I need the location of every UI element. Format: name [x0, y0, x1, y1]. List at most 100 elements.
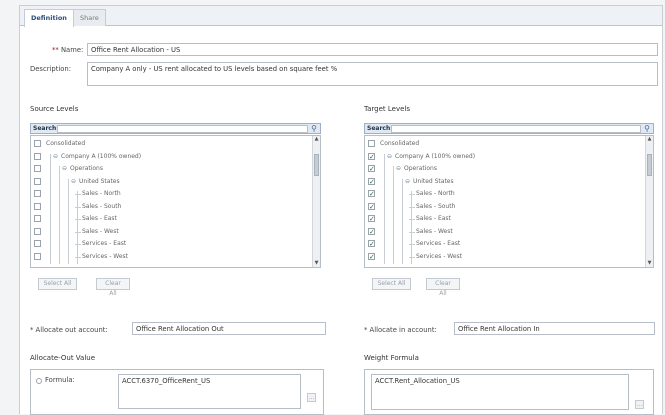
source-tree: Consolidated ⊖ Company A (100% owned) ⊖ Oper… [30, 135, 321, 268]
tree-checkbox[interactable] [34, 227, 41, 235]
tree-connector [75, 244, 81, 245]
tree-checkbox[interactable]: ✓ [368, 240, 375, 248]
description-input[interactable]: Company A only - US rent allocated to US… [87, 62, 658, 86]
tree-connector [409, 231, 415, 233]
tree-checkbox[interactable]: ✓ [368, 215, 375, 223]
allocate-out-label: * Allocate out account: [30, 326, 108, 334]
tree-row[interactable]: Sales - East [31, 214, 301, 224]
tree-checkbox[interactable] [34, 140, 41, 147]
allocate-in-input[interactable]: Office Rent Allocation In [454, 322, 655, 335]
tree-row[interactable]: Services - East [31, 239, 301, 249]
tree-connector [75, 206, 81, 208]
tree-connector [75, 231, 81, 233]
tab-definition[interactable]: Definition [24, 9, 74, 27]
tree-connector [75, 256, 81, 258]
tree-row[interactable]: ✓ ⊖ United States [365, 177, 635, 187]
tree-row[interactable]: Consolidated [31, 139, 301, 149]
scroll-down-icon[interactable]: ▼ [313, 260, 320, 267]
tree-checkbox[interactable] [34, 202, 41, 210]
tree-checkbox[interactable]: ✓ [368, 152, 375, 160]
scroll-thumb[interactable] [314, 154, 319, 176]
allocation-panel: Definition Share ** Name: Office Rent Al… [19, 5, 663, 415]
tree-row[interactable]: ⊖ Operations [31, 164, 301, 174]
target-search-label: Search: [367, 125, 393, 132]
allocate-out-input[interactable]: Office Rent Allocation Out [132, 322, 326, 335]
source-select-all-button[interactable]: Select All [38, 278, 77, 290]
tree-item-label: Sales - North [416, 190, 455, 197]
tree-item-label: Services - East [416, 240, 461, 247]
source-clear-all-button[interactable]: Clear All [96, 278, 130, 297]
collapse-icon[interactable]: ⊖ [405, 177, 410, 187]
tab-bar: Definition Share [20, 6, 662, 27]
source-search-input[interactable] [57, 125, 308, 133]
tree-checkbox[interactable]: ✓ [368, 177, 375, 185]
tree-item-label: Sales - East [82, 215, 117, 222]
search-icon[interactable]: ⚲ [309, 124, 319, 133]
tree-connector [409, 244, 415, 245]
tree-guide-line [59, 166, 60, 264]
tree-row[interactable]: Consolidated [365, 139, 635, 149]
source-search-bar: Search: ⚲ [30, 123, 321, 134]
tree-row[interactable]: Sales - North [31, 189, 301, 199]
target-search-input[interactable] [391, 125, 641, 133]
allocate-out-value-title: Allocate-Out Value [30, 354, 96, 362]
tree-checkbox[interactable] [368, 140, 375, 147]
formula-expand-icon[interactable]: … [307, 393, 316, 402]
target-select-all-button[interactable]: Select All [372, 278, 411, 290]
scroll-down-icon[interactable]: ▼ [646, 260, 653, 267]
tree-row[interactable]: ✓ Sales - West [365, 227, 635, 237]
tree-row[interactable]: ✓ Sales - North [365, 189, 635, 199]
tree-item-label: Services - West [416, 252, 463, 260]
tree-guide-line [384, 154, 385, 264]
target-clear-all-button[interactable]: Clear All [426, 278, 460, 297]
tree-row[interactable]: Sales - West [31, 227, 301, 237]
collapse-icon[interactable]: ⊖ [387, 152, 392, 162]
tree-row[interactable]: ✓ Services - West [365, 252, 635, 262]
tree-row[interactable]: ✓ ⊖ Company A (100% owned) [365, 152, 635, 162]
tree-checkbox[interactable]: ✓ [368, 202, 375, 210]
tree-checkbox[interactable] [34, 240, 41, 247]
tree-row[interactable]: Services - West [31, 252, 301, 262]
tree-row[interactable]: ⊖ United States [31, 177, 301, 187]
tree-row[interactable]: ✓ Sales - East [365, 214, 635, 224]
target-scrollbar[interactable]: ▲ ▼ [645, 136, 653, 267]
scroll-thumb[interactable] [647, 154, 652, 176]
tree-checkbox[interactable] [34, 252, 41, 260]
formula-radio[interactable] [36, 378, 42, 384]
source-scrollbar[interactable]: ▲ ▼ [312, 136, 320, 267]
tree-guide-line [402, 179, 403, 264]
collapse-icon[interactable]: ⊖ [62, 164, 67, 174]
tree-checkbox[interactable] [34, 177, 41, 185]
name-label: ** Name: [52, 46, 84, 54]
tree-row[interactable]: ⊖ Company A (100% owned) [31, 152, 301, 162]
tree-row[interactable]: Sales - South [31, 202, 301, 212]
tree-checkbox[interactable]: ✓ [368, 190, 375, 198]
formula-input[interactable]: ACCT.6370_OfficeRent_US [118, 374, 301, 409]
tab-share[interactable]: Share [73, 9, 106, 26]
tree-item-label: Company A (100% owned) [61, 152, 142, 160]
name-input[interactable]: Office Rent Allocation - US [87, 43, 658, 56]
tree-checkbox[interactable] [34, 215, 41, 222]
tree-checkbox[interactable]: ✓ [368, 252, 375, 260]
collapse-icon[interactable]: ⊖ [71, 177, 76, 187]
tree-item-label: Operations [404, 165, 437, 172]
collapse-icon[interactable]: ⊖ [53, 152, 58, 162]
tree-row[interactable]: ✓ Services - East [365, 239, 635, 249]
scroll-up-icon[interactable]: ▲ [313, 136, 320, 143]
tree-checkbox[interactable]: ✓ [368, 165, 375, 173]
tree-checkbox[interactable]: ✓ [368, 227, 375, 235]
tree-item-label: Sales - South [82, 202, 122, 210]
tree-row[interactable]: ✓ ⊖ Operations [365, 164, 635, 174]
tree-row[interactable]: ✓ Sales - South [365, 202, 635, 212]
weight-formula-expand-icon[interactable]: … [635, 400, 644, 409]
tree-item-label: Sales - West [82, 227, 119, 235]
tree-checkbox[interactable] [34, 190, 41, 197]
target-tree: Consolidated ✓ ⊖ Company A (100% owned) ✓ ⊖ Op… [364, 135, 654, 268]
tree-guide-line [393, 166, 394, 264]
tree-checkbox[interactable] [34, 165, 41, 172]
tree-checkbox[interactable] [34, 152, 41, 160]
collapse-icon[interactable]: ⊖ [396, 164, 401, 174]
scroll-up-icon[interactable]: ▲ [646, 136, 653, 143]
search-icon[interactable]: ⚲ [642, 124, 652, 133]
weight-formula-input[interactable]: ACCT.Rent_Allocation_US [371, 374, 629, 410]
